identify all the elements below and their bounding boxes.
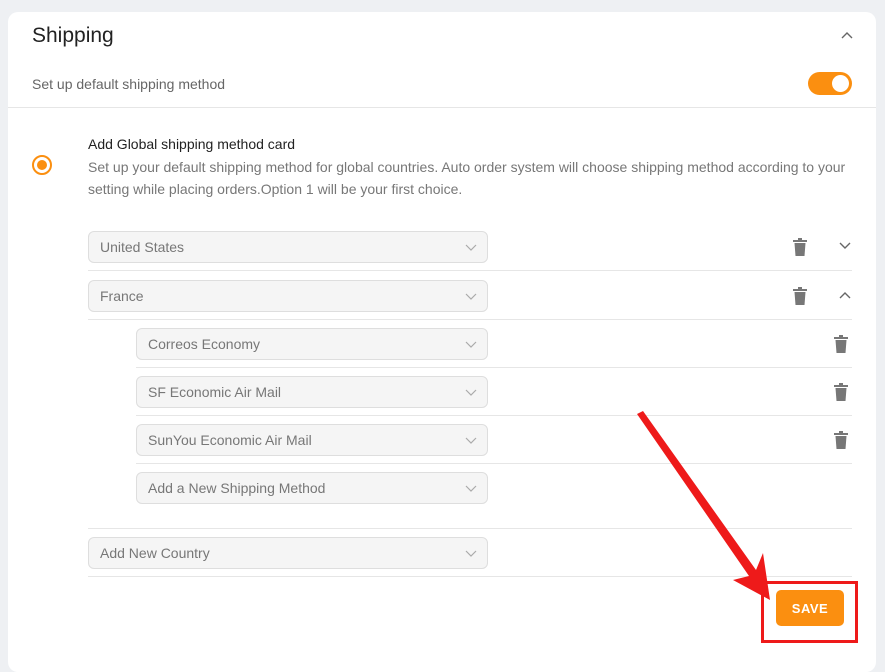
trash-icon[interactable] bbox=[834, 335, 848, 353]
chevron-up-icon[interactable] bbox=[840, 28, 854, 42]
trash-icon[interactable] bbox=[834, 431, 848, 449]
trash-icon[interactable] bbox=[793, 238, 807, 256]
shipping-method-value: SF Economic Air Mail bbox=[148, 384, 282, 400]
shipping-header[interactable]: Shipping bbox=[8, 12, 876, 62]
shipping-method-value: SunYou Economic Air Mail bbox=[148, 432, 312, 448]
toggle-knob bbox=[832, 75, 849, 92]
save-button[interactable]: SAVE bbox=[776, 590, 844, 626]
country-row: France bbox=[88, 272, 852, 320]
default-shipping-row: Set up default shipping method bbox=[8, 62, 876, 108]
country-select[interactable]: United States bbox=[88, 231, 488, 263]
default-shipping-label: Set up default shipping method bbox=[32, 76, 226, 92]
shipping-method-row: SunYou Economic Air Mail bbox=[136, 416, 852, 464]
add-shipping-method-select[interactable]: Add a New Shipping Method bbox=[136, 472, 488, 504]
shipping-method-select[interactable]: SF Economic Air Mail bbox=[136, 376, 488, 408]
chevron-down-icon[interactable] bbox=[839, 241, 851, 251]
global-card-title: Add Global shipping method card bbox=[88, 136, 296, 152]
add-shipping-method-row: Add a New Shipping Method bbox=[136, 464, 852, 512]
radio-dot bbox=[37, 160, 47, 170]
chevron-down-icon bbox=[465, 341, 477, 348]
chevron-down-icon bbox=[465, 244, 477, 251]
country-select-value: United States bbox=[100, 239, 185, 255]
global-card-radio[interactable] bbox=[32, 155, 52, 175]
shipping-method-value: Correos Economy bbox=[148, 336, 261, 352]
shipping-method-select[interactable]: Correos Economy bbox=[136, 328, 488, 360]
add-shipping-method-placeholder: Add a New Shipping Method bbox=[148, 480, 326, 496]
country-select[interactable]: France bbox=[88, 280, 488, 312]
country-select-value: France bbox=[100, 288, 144, 304]
chevron-down-icon bbox=[465, 293, 477, 300]
chevron-down-icon bbox=[465, 389, 477, 396]
chevron-up-icon[interactable] bbox=[839, 290, 851, 300]
add-country-placeholder: Add New Country bbox=[100, 545, 210, 561]
chevron-down-icon bbox=[465, 437, 477, 444]
chevron-down-icon bbox=[465, 485, 477, 492]
trash-icon[interactable] bbox=[834, 383, 848, 401]
global-card-description: Set up your default shipping method for … bbox=[88, 159, 846, 197]
add-country-row: Add New Country bbox=[88, 529, 852, 577]
trash-icon[interactable] bbox=[793, 287, 807, 305]
shipping-method-row: SF Economic Air Mail bbox=[136, 368, 852, 416]
add-country-select[interactable]: Add New Country bbox=[88, 537, 488, 569]
country-row: United States bbox=[88, 223, 852, 271]
page-title: Shipping bbox=[32, 24, 114, 47]
shipping-card: Shipping Set up default shipping method … bbox=[8, 12, 876, 672]
chevron-down-icon bbox=[465, 550, 477, 557]
shipping-method-row: Correos Economy bbox=[136, 320, 852, 368]
shipping-method-select[interactable]: SunYou Economic Air Mail bbox=[136, 424, 488, 456]
default-shipping-toggle[interactable] bbox=[808, 72, 852, 95]
